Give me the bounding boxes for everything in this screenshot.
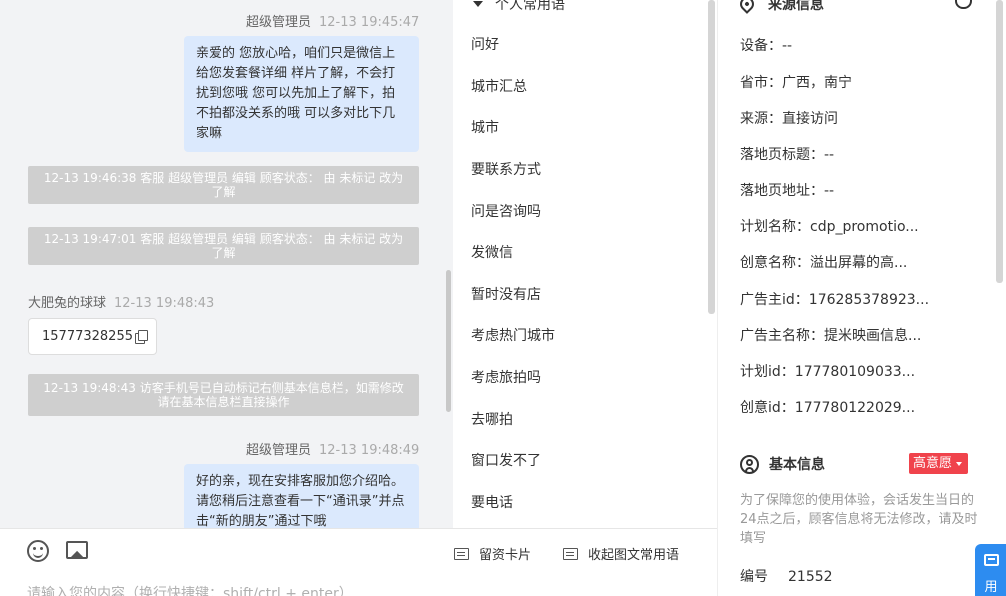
info-label: 编号 [740,569,768,585]
floating-service-button[interactable]: 用 [975,544,1006,596]
phrase-item[interactable]: 发微信 [471,242,513,262]
info-row-device: 设备：-- [740,35,792,55]
message-time: 12-13 19:48:49 [319,443,420,458]
caret-down-icon [473,1,483,7]
phrase-item[interactable]: 城市汇总 [471,76,527,96]
info-value: 广西，南宁 [782,75,852,91]
phrase-item[interactable]: 问好 [471,34,499,54]
system-message: 12-13 19:46:38 客服 超级管理员 编辑 顾客状态： 由 未标记 改… [28,166,419,204]
phrase-item[interactable]: 要电话 [471,492,513,512]
info-value: 176285378923... [808,292,930,308]
info-label: 省市： [740,75,782,91]
system-message: 12-13 19:47:01 客服 超级管理员 编辑 顾客状态： 由 未标记 改… [28,227,419,265]
sender-name: 超级管理员 [246,15,312,30]
message-sender: 大肥兔的球球 12-13 19:48:43 [28,292,214,311]
emoji-icon[interactable] [27,540,49,562]
phone-card[interactable]: 15777328255 [28,318,157,355]
info-label: 计划名称： [740,219,810,235]
info-value: -- [824,147,835,163]
basic-info-header: 基本信息 [740,454,825,474]
info-row-advertiser-name: 广告主名称：提米映画信息... [740,325,921,345]
info-panel: 来源信息 设备：-- 省市：广西，南宁 来源：直接访问 落地页标题：-- 落地页… [717,0,1006,596]
info-value: -- [782,38,793,54]
message-bubble: 亲爱的 您放心哈，咱们只是微信上给您发套餐详细 样片了解，不会打扰到您哦 您可以… [184,36,419,152]
message-input[interactable]: 请输入您的内容（换行快捷键：shift/ctrl + enter） [27,583,353,596]
info-label: 来源： [740,111,782,127]
message-sender: 超级管理员 12-13 19:48:49 [246,439,419,458]
info-row-landing-url: 落地页地址：-- [740,180,834,200]
info-label: 创意名称： [740,255,810,271]
info-label: 广告主id： [740,292,809,308]
info-scrollbar[interactable] [996,0,1003,283]
leave-card-label: 留资卡片 [479,548,532,563]
info-value: 21552 [788,569,833,585]
system-message: 12-13 19:48:43 访客手机号已自动标记右侧基本信息栏，如需修改请在基… [28,374,419,416]
phrase-group-header[interactable]: 个人常用语 [473,0,565,14]
caret-down-icon [956,461,963,466]
sender-name: 大肥兔的球球 [28,296,107,311]
intent-level-value: 高意愿 [913,456,953,471]
phrase-item[interactable]: 去哪拍 [471,409,513,429]
info-label: 落地页标题： [740,147,824,163]
info-label: 创意id： [740,400,795,416]
card-icon [563,547,578,560]
info-row-advertiser-id: 广告主id：176285378923... [740,289,929,309]
info-label: 计划id： [740,364,795,380]
chat-bubble-icon [983,554,999,566]
info-label: 设备： [740,38,782,54]
edit-deadline-note: 为了保障您的使用体验，会话发生当日的24点之后，顾客信息将无法修改，请及时填写 [740,493,978,546]
user-icon [740,454,759,474]
info-row-plan-id: 计划id：177780109033... [740,361,915,381]
phrase-group-title: 个人常用语 [495,0,565,13]
info-value: 直接访问 [782,111,838,127]
info-value: 177780109033... [794,364,916,380]
info-row-region: 省市：广西，南宁 [740,72,852,92]
info-value: 溢出屏幕的高... [810,255,908,271]
message-sender: 超级管理员 12-13 19:45:47 [246,11,419,30]
shield-icon[interactable] [955,0,972,9]
phrase-item[interactable]: 窗口发不了 [471,450,541,470]
sender-name: 超级管理员 [246,443,312,458]
info-row-source: 来源：直接访问 [740,108,838,128]
phrase-item[interactable]: 暂时没有店 [471,284,541,304]
leave-card-button[interactable]: 留资卡片 [454,544,531,563]
phrase-item[interactable]: 要联系方式 [471,159,541,179]
info-value: -- [824,183,835,199]
message-time: 12-13 19:45:47 [319,15,420,30]
chat-panel: 超级管理员 12-13 19:45:47 亲爱的 您放心哈，咱们只是微信上给您发套… [0,0,453,528]
info-row-plan-name: 计划名称：cdp_promotio... [740,216,919,236]
source-info-title: 来源信息 [768,0,824,13]
info-row-creative-id: 创意id：177780122029... [740,397,915,417]
collapse-phrases-button[interactable]: 收起图文常用语 [563,544,679,563]
collapse-phrases-label: 收起图文常用语 [588,548,680,563]
info-value: 177780122029... [794,400,916,416]
copy-icon[interactable] [134,330,148,344]
phrase-item[interactable]: 考虑旅拍吗 [471,367,541,387]
info-value: cdp_promotio... [810,219,919,235]
phrase-item[interactable]: 问是咨询吗 [471,201,541,221]
info-row-creative-name: 创意名称：溢出屏幕的高... [740,252,907,272]
image-icon[interactable] [66,541,88,559]
source-info-header: 来源信息 [737,0,824,14]
phrase-item[interactable]: 考虑热门城市 [471,325,555,345]
message-time: 12-13 19:48:43 [114,296,215,311]
info-label: 落地页地址： [740,183,824,199]
phrase-item[interactable]: 城市 [471,117,499,137]
chat-scrollbar[interactable] [446,270,451,412]
location-pin-icon [737,0,757,14]
info-row-number: 编号 21552 [740,566,833,586]
message-input-area: 留资卡片 收起图文常用语 请输入您的内容（换行快捷键：shift/ctrl + … [0,528,717,596]
intent-level-dropdown[interactable]: 高意愿 [909,453,969,474]
message-bubble: 好的亲，现在安排客服加您介绍哈。请您稍后注意查看一下“通讯录”并点击“新的朋友”… [184,464,419,528]
floating-button-label: 用 [984,580,998,595]
card-icon [454,547,469,560]
info-row-landing-title: 落地页标题：-- [740,144,834,164]
quick-phrases-panel: 个人常用语 问好 城市汇总 城市 要联系方式 问是咨询吗 发微信 暂时没有店 考… [453,0,717,528]
basic-info-title: 基本信息 [769,457,825,473]
info-label: 广告主名称： [740,328,824,344]
phone-number: 15777328255 [42,329,133,344]
info-value: 提米映画信息... [824,328,922,344]
phrases-scrollbar[interactable] [708,0,715,314]
